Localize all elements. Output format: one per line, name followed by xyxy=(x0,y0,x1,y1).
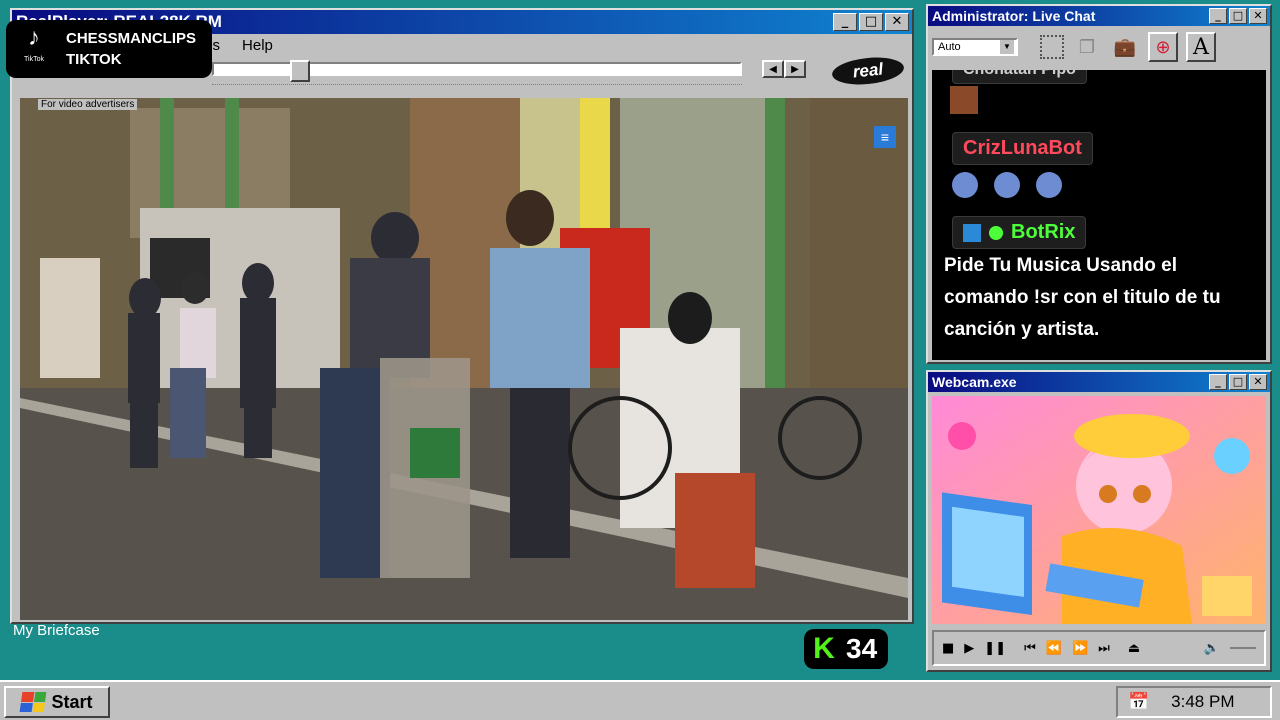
maximize-button[interactable]: □ xyxy=(859,13,883,31)
user-avatar xyxy=(950,86,978,114)
chat-username: CrizLunaBot xyxy=(963,137,1082,159)
kick-viewer-count: 34 xyxy=(846,633,878,664)
chat-user-crizlunabot: CrizLunaBot xyxy=(952,132,1093,165)
webcam-title: Webcam.exe xyxy=(932,374,1017,390)
previous-clip-button[interactable]: ◀ xyxy=(762,60,784,78)
copy-icon[interactable]: ❐ xyxy=(1072,32,1102,62)
start-button[interactable]: Start xyxy=(4,686,110,718)
seek-ticks xyxy=(212,84,742,86)
taskbar: Start 📅 3:48 PM xyxy=(0,680,1280,720)
live-chat-titlebar[interactable]: Administrator: Live Chat _ □ ✕ xyxy=(928,6,1270,26)
font-icon[interactable]: A xyxy=(1186,32,1216,62)
video-area[interactable]: ≡ xyxy=(20,98,908,620)
platform-name: TIKTOK xyxy=(66,51,122,68)
video-menu-icon[interactable]: ≡ xyxy=(874,126,896,148)
clip-nav: ◀ ▶ xyxy=(762,60,806,78)
play-icon[interactable]: ▶ xyxy=(964,641,974,656)
chat-user-partial: Chonatan Pipo xyxy=(952,70,1087,84)
rewind-icon[interactable]: ⏪ xyxy=(1046,641,1062,656)
close-button[interactable]: ✕ xyxy=(1249,8,1267,24)
font-size-value: Auto xyxy=(938,41,961,53)
fast-forward-icon[interactable]: ⏩ xyxy=(1072,641,1088,656)
bot-badge-icon xyxy=(963,223,981,242)
volume-slider[interactable] xyxy=(1230,647,1256,649)
webcam-view xyxy=(932,396,1266,624)
close-button[interactable]: ✕ xyxy=(1249,374,1267,390)
emote-icon xyxy=(952,172,978,198)
menu-help[interactable]: Help xyxy=(242,37,273,54)
kick-viewer-badge: K 34 xyxy=(804,629,888,669)
tiktok-badge: ♪ TikTok CHESSMANCLIPS TIKTOK xyxy=(6,20,212,78)
schedule-icon[interactable]: 📅 xyxy=(1128,692,1149,712)
my-briefcase-label[interactable]: My Briefcase xyxy=(13,622,100,639)
chat-message: Pide Tu Musica Usando el comando !sr con… xyxy=(944,255,1221,340)
emote-icon xyxy=(1036,172,1062,198)
video-frame xyxy=(20,98,908,620)
chat-messages: Chonatan Pipo CrizLunaBot BotRix Pide Tu… xyxy=(932,70,1266,360)
windows-logo-icon xyxy=(20,692,47,712)
chevron-down-icon[interactable]: ▼ xyxy=(1000,40,1014,54)
next-clip-button[interactable]: ▶ xyxy=(784,60,806,78)
pause-icon[interactable]: ❚❚ xyxy=(984,641,1006,656)
volume-icon[interactable]: 🔈 xyxy=(1204,641,1220,656)
webcam-image xyxy=(932,396,1266,624)
webcam-controls: ■ ▶ ❚❚ ⏮ ⏪ ⏩ ⏭ ⏏ 🔈 xyxy=(932,630,1266,666)
channel-name: CHESSMANCLIPS xyxy=(66,30,197,47)
minimize-button[interactable]: _ xyxy=(1209,8,1227,24)
chat-toolbar: Auto ▼ ❐ 💼 ⊕ A xyxy=(928,26,1270,68)
briefcase-icon[interactable]: 💼 xyxy=(1110,32,1140,62)
maximize-button[interactable]: □ xyxy=(1229,8,1247,24)
seek-bar[interactable] xyxy=(212,60,742,82)
minimize-button[interactable]: _ xyxy=(833,13,857,31)
tiktok-logo-caption: TikTok xyxy=(24,56,44,63)
kick-logo-icon: K xyxy=(813,632,835,665)
clock[interactable]: 3:48 PM xyxy=(1171,692,1234,712)
emote-icon xyxy=(994,172,1020,198)
real-logo: real xyxy=(830,54,906,88)
realplayer-window[interactable]: RealPlayer: REAL28K.RM _ □ ✕ tes Help ◀ … xyxy=(10,8,914,624)
font-size-select[interactable]: Auto ▼ xyxy=(932,38,1018,56)
maximize-button[interactable]: □ xyxy=(1229,374,1247,390)
live-chat-title: Administrator: Live Chat xyxy=(932,8,1096,24)
target-icon[interactable]: ⊕ xyxy=(1148,32,1178,62)
webcam-window[interactable]: Webcam.exe _ □ ✕ ■ ▶ ❚❚ ⏮ ⏪ ⏩ ⏭ ⏏ 🔈 xyxy=(926,370,1272,672)
webcam-titlebar[interactable]: Webcam.exe _ □ ✕ xyxy=(928,372,1270,392)
skip-back-icon[interactable]: ⏮ xyxy=(1024,641,1036,656)
minimize-button[interactable]: _ xyxy=(1209,374,1227,390)
select-icon[interactable] xyxy=(1040,35,1064,59)
chat-user-botrix: BotRix xyxy=(952,216,1087,249)
tiktok-logo-icon: ♪ TikTok xyxy=(16,26,52,71)
system-tray: 📅 3:48 PM xyxy=(1116,686,1272,718)
chat-username: BotRix xyxy=(1011,221,1076,243)
live-chat-window[interactable]: Administrator: Live Chat _ □ ✕ Auto ▼ ❐ … xyxy=(926,4,1272,364)
eject-icon[interactable]: ⏏ xyxy=(1128,641,1140,656)
seek-thumb[interactable] xyxy=(290,60,310,82)
video-advertisers-label: For video advertisers xyxy=(38,99,138,110)
close-button[interactable]: ✕ xyxy=(885,13,909,31)
start-label: Start xyxy=(51,691,93,712)
stop-icon[interactable]: ■ xyxy=(942,641,954,656)
verified-icon xyxy=(989,225,1003,240)
skip-forward-icon[interactable]: ⏭ xyxy=(1098,641,1110,656)
